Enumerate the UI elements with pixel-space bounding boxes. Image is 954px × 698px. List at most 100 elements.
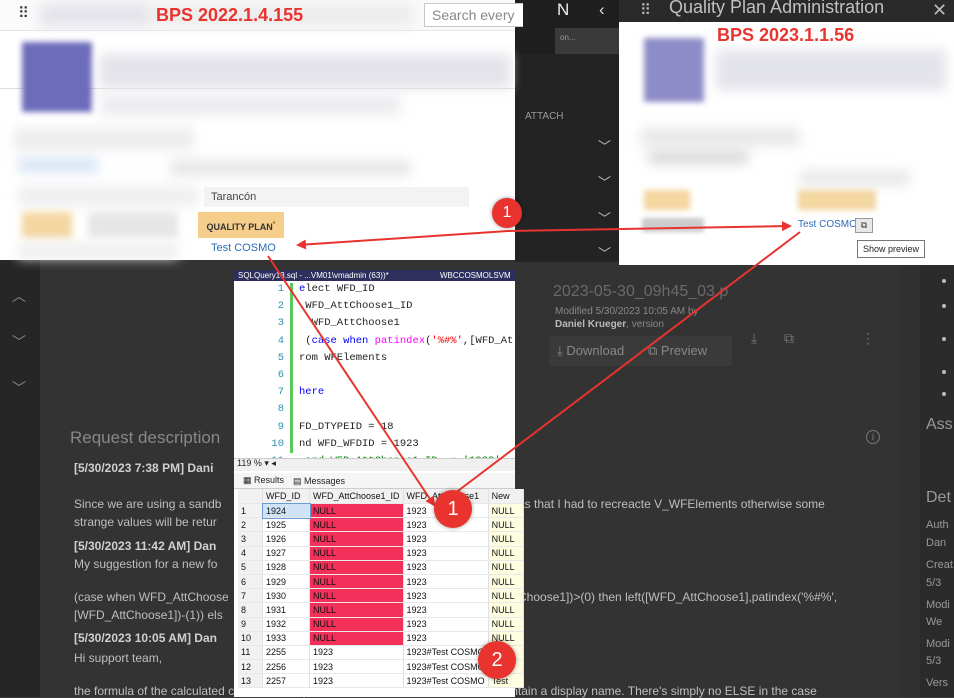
table-cell[interactable]: NULL	[488, 503, 524, 519]
table-cell[interactable]: 2255	[262, 645, 310, 661]
table-cell[interactable]: 1923	[309, 659, 404, 675]
table-cell[interactable]: 12	[238, 659, 263, 675]
table-cell[interactable]: 5	[238, 560, 263, 575]
table-row[interactable]: 8 1931 NULL 1923 NULL	[238, 602, 524, 618]
code-line[interactable]: nd WFD_WFDID = 1923	[299, 438, 419, 450]
table-cell[interactable]: 2	[238, 517, 263, 533]
tab-quality-plan[interactable]: QUALITY PLAN*	[198, 212, 284, 238]
table-cell[interactable]: NULL	[309, 617, 404, 632]
code-line[interactable]: elect WFD_ID	[299, 283, 375, 295]
chevron-up-icon[interactable]: ︿	[12, 286, 26, 304]
table-cell[interactable]: 1924	[261, 502, 311, 519]
table-cell[interactable]: 1923	[403, 617, 489, 632]
table-row[interactable]: 10 1933 NULL 1923 NULL	[238, 631, 524, 646]
table-cell[interactable]: 10	[238, 631, 263, 646]
table-cell[interactable]: 11	[238, 645, 263, 661]
download-button[interactable]: ⤓ Download	[549, 336, 645, 366]
table-cell[interactable]: NULL	[488, 588, 524, 604]
field-value[interactable]: Tarancón	[204, 187, 469, 207]
table-cell[interactable]: 1926	[262, 531, 310, 547]
table-cell[interactable]: 1932	[262, 617, 310, 632]
table-cell[interactable]: NULL	[309, 560, 404, 575]
app-launcher-icon[interactable]: ⠿	[18, 4, 29, 22]
code-line[interactable]: rom WFElements	[299, 352, 387, 364]
table-cell[interactable]: NULL	[309, 631, 404, 646]
tab[interactable]	[22, 212, 72, 238]
tab-messages[interactable]: ▤ Messages	[293, 476, 345, 487]
table-row[interactable]: 4 1927 NULL 1923 NULL	[238, 546, 524, 561]
search-input[interactable]: Search every	[424, 3, 523, 27]
table-cell[interactable]: 1923	[403, 560, 489, 575]
table-cell[interactable]: 1933	[262, 631, 310, 646]
table-cell[interactable]: 1923	[403, 602, 489, 618]
table-cell[interactable]: NULL	[488, 560, 524, 575]
column-header[interactable]	[238, 489, 263, 504]
table-row[interactable]: 2 1925 NULL 1923 NULL	[238, 517, 524, 533]
table-cell[interactable]: 8	[238, 602, 263, 618]
code-line[interactable]: FD_DTYPEID = 18	[299, 421, 394, 433]
table-cell[interactable]: 7	[238, 588, 263, 604]
table-row[interactable]: 3 1926 NULL 1923 NULL	[238, 531, 524, 547]
table-cell[interactable]: 1923	[309, 645, 404, 661]
app-launcher-icon[interactable]: ⠿	[640, 1, 651, 19]
table-cell[interactable]: NULL	[488, 531, 524, 547]
table-cell[interactable]: NULL	[309, 574, 404, 590]
share-icon[interactable]: ⧉	[784, 330, 794, 347]
table-cell[interactable]: NULL	[309, 588, 404, 604]
code-line[interactable]: WFD_AttChoose1_ID	[299, 300, 412, 312]
table-cell[interactable]: 6	[238, 574, 263, 590]
table-cell[interactable]: 1928	[262, 560, 310, 575]
table-row[interactable]: 9 1932 NULL 1923 NULL	[238, 617, 524, 632]
table-cell[interactable]: 1923	[403, 588, 489, 604]
table-cell[interactable]: 1925	[262, 517, 310, 533]
table-cell[interactable]: 9	[238, 617, 263, 632]
editor-tab[interactable]: SQLQuery13.sql - ...VM01\vmadmin (63))*	[238, 270, 389, 281]
table-cell[interactable]: NULL	[488, 546, 524, 561]
chevron-down-icon[interactable]: ﹀	[598, 208, 611, 227]
tab[interactable]	[88, 212, 178, 238]
table-cell[interactable]: 1929	[262, 574, 310, 590]
table-cell[interactable]: 1923	[309, 673, 404, 689]
table-cell[interactable]: 2256	[262, 659, 310, 675]
table-cell[interactable]: NULL	[488, 574, 524, 590]
table-cell[interactable]: 1923	[403, 631, 489, 646]
chevron-down-icon[interactable]: ﹀	[12, 332, 26, 350]
table-cell[interactable]: NULL	[309, 546, 404, 561]
table-cell[interactable]: NULL	[309, 503, 404, 519]
chevron-down-icon[interactable]: ﹀	[598, 243, 611, 262]
zoom-level[interactable]: 119 % ▾ ◂	[237, 458, 276, 469]
tab-quality-plan[interactable]	[642, 218, 704, 232]
table-cell[interactable]: NULL	[309, 602, 404, 618]
test-cosmo-link[interactable]: Test COSMO	[798, 219, 857, 230]
table-cell[interactable]: NULL	[309, 531, 404, 547]
chevron-down-icon[interactable]: ﹀	[598, 172, 611, 191]
test-cosmo-link[interactable]: Test COSMO	[211, 242, 276, 254]
table-row[interactable]: 1 1924 NULL 1923 NULL	[238, 502, 524, 519]
download-icon[interactable]: ⤓	[751, 330, 757, 347]
table-row[interactable]: 5 1928 NULL 1923 NULL	[238, 560, 524, 575]
table-cell[interactable]: 1923	[403, 546, 489, 561]
info-icon[interactable]: i	[866, 430, 880, 444]
table-cell[interactable]: 1923	[403, 531, 489, 547]
code-line[interactable]: (case when patindex('%#%',[WFD_At	[299, 335, 513, 347]
tab[interactable]	[798, 190, 876, 210]
table-cell[interactable]: 13	[238, 673, 263, 689]
table-cell[interactable]: NULL	[488, 602, 524, 618]
table-cell[interactable]: 4	[238, 546, 263, 561]
table-cell[interactable]: NULL	[488, 517, 524, 533]
table-cell[interactable]: 1923#Test COSMO	[403, 673, 489, 689]
column-header[interactable]: WFD_AttChoose1_ID	[309, 489, 404, 504]
table-cell[interactable]: 1931	[262, 602, 310, 618]
tab-results[interactable]: ▦ Results	[243, 475, 284, 486]
code-line[interactable]: WFD_AttChoose1	[299, 317, 400, 329]
table-cell[interactable]: NULL	[309, 517, 404, 533]
table-cell[interactable]: 1923#Test COSMO	[403, 645, 489, 661]
close-icon[interactable]: ✕	[932, 0, 947, 21]
tab[interactable]	[644, 190, 690, 210]
more-icon[interactable]: ⋮	[861, 330, 875, 347]
table-cell[interactable]: NULL	[488, 617, 524, 632]
table-cell[interactable]: 2257	[262, 673, 310, 689]
preview-button[interactable]: ⧉ Preview	[640, 336, 732, 366]
table-cell[interactable]: 3	[238, 531, 263, 547]
show-preview-icon[interactable]: ⧉	[855, 218, 873, 233]
